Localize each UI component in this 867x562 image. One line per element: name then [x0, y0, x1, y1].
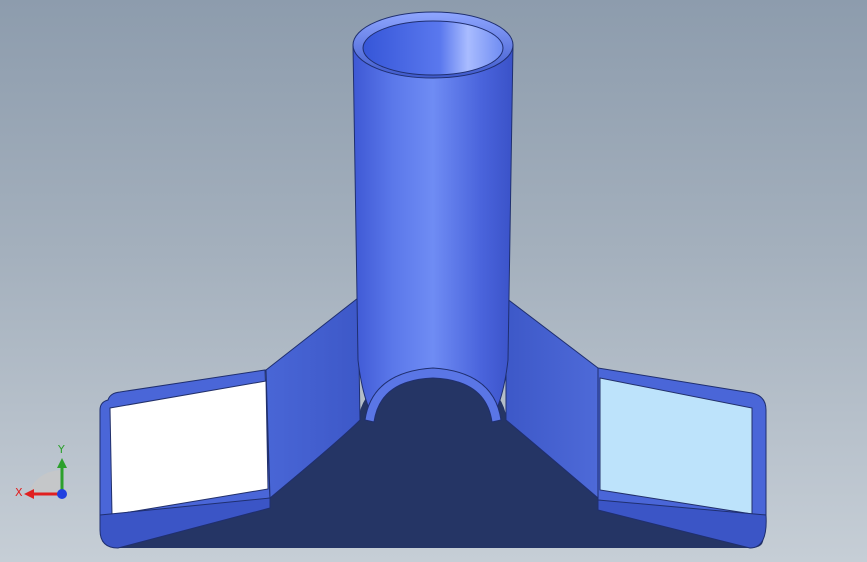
tube-inner-wall — [362, 20, 504, 76]
tube-body — [352, 44, 514, 417]
y-axis-arrow — [57, 458, 67, 468]
x-axis-arrow — [24, 489, 34, 499]
x-axis-label: X — [15, 486, 23, 499]
y-axis-label: Y — [58, 443, 65, 456]
z-axis-dot — [57, 489, 67, 499]
coordinate-triad: X Y — [10, 436, 80, 506]
3d-model[interactable] — [0, 0, 867, 562]
graphics-viewport[interactable]: X Y — [0, 0, 867, 562]
